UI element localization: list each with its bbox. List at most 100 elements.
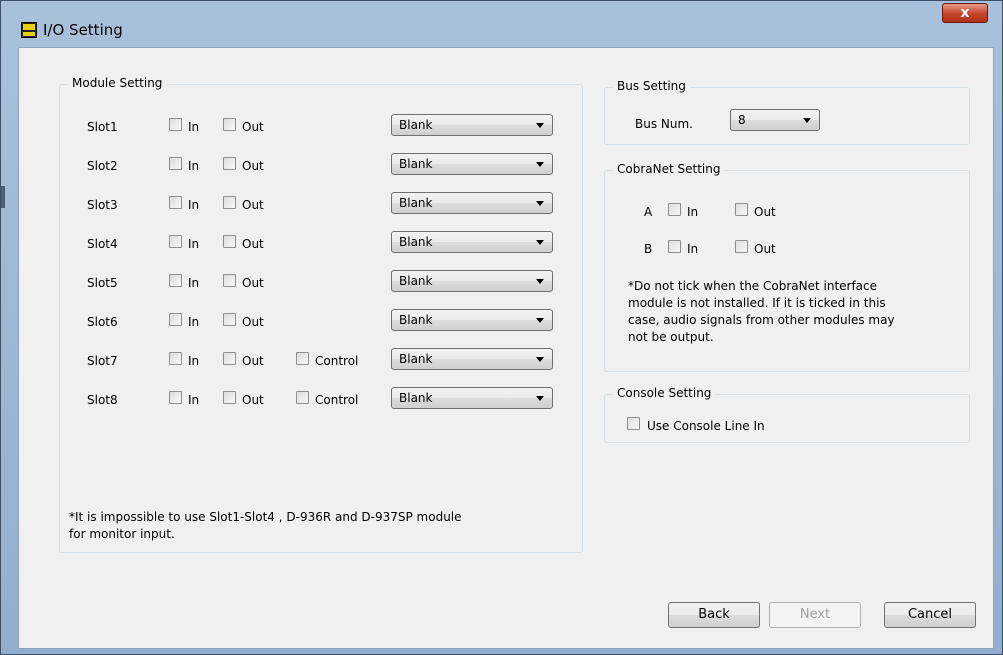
io-setting-window: I/O Setting x Module Setting Slot1 In Out B… — [0, 0, 1003, 655]
cobranet-b-in-checkbox[interactable] — [668, 240, 681, 253]
back-button[interactable]: Back — [668, 602, 760, 628]
cobranet-a-in-checkbox[interactable] — [668, 203, 681, 216]
slot-label: Slot7 — [87, 354, 118, 368]
slot-in-checkbox[interactable] — [169, 118, 182, 131]
slot-out-label: Out — [242, 237, 264, 251]
chevron-down-icon — [536, 162, 544, 167]
slot-label: Slot1 — [87, 120, 118, 134]
console-setting-legend: Console Setting — [613, 386, 716, 400]
use-console-line-in-checkbox[interactable] — [627, 417, 640, 430]
module-note-line-2: for monitor input. — [69, 527, 175, 541]
bus-num-select[interactable]: 8 — [730, 109, 820, 131]
chevron-down-icon — [536, 279, 544, 284]
chevron-down-icon — [803, 118, 811, 123]
slot-label: Slot5 — [87, 276, 118, 290]
cobranet-a-out-label: Out — [754, 205, 776, 219]
slot-module-value: Blank — [399, 157, 433, 171]
slot-out-checkbox[interactable] — [223, 235, 236, 248]
slot-in-label: In — [188, 276, 200, 290]
slot-out-label: Out — [242, 354, 264, 368]
slot-in-label: In — [188, 393, 200, 407]
close-button[interactable]: x — [942, 3, 988, 23]
slot-module-select[interactable]: Blank — [391, 309, 553, 331]
window-edge-marker — [1, 186, 5, 208]
cobranet-a-label: A — [644, 205, 653, 219]
slot-module-select[interactable]: Blank — [391, 387, 553, 409]
slot-module-value: Blank — [399, 235, 433, 249]
slot-out-checkbox[interactable] — [223, 196, 236, 209]
cobranet-a-out-checkbox[interactable] — [735, 203, 748, 216]
bus-setting-legend: Bus Setting — [613, 79, 690, 93]
chevron-down-icon — [536, 357, 544, 362]
slot-out-checkbox[interactable] — [223, 274, 236, 287]
slot-in-checkbox[interactable] — [169, 352, 182, 365]
slot-module-value: Blank — [399, 313, 433, 327]
slot-control-label: Control — [315, 393, 359, 407]
use-console-line-in-label: Use Console Line In — [647, 419, 765, 433]
slot-in-checkbox[interactable] — [169, 274, 182, 287]
app-icon — [21, 22, 37, 38]
slot-module-value: Blank — [399, 352, 433, 366]
slot-label: Slot4 — [87, 237, 118, 251]
cobranet-setting-legend: CobraNet Setting — [613, 162, 725, 176]
chevron-down-icon — [536, 318, 544, 323]
slot-out-label: Out — [242, 315, 264, 329]
next-button[interactable]: Next — [769, 602, 861, 628]
slot-out-checkbox[interactable] — [223, 313, 236, 326]
slot-module-value: Blank — [399, 196, 433, 210]
chevron-down-icon — [536, 396, 544, 401]
slot-module-select[interactable]: Blank — [391, 192, 553, 214]
slot-label: Slot6 — [87, 315, 118, 329]
slot-label: Slot3 — [87, 198, 118, 212]
dialog-client-area: Module Setting Slot1 In Out Blank Slot2 In Out… — [18, 47, 994, 649]
slot-module-select[interactable]: Blank — [391, 231, 553, 253]
slot-in-checkbox[interactable] — [169, 196, 182, 209]
cobranet-note-line-4: not be output. — [628, 330, 714, 344]
chevron-down-icon — [536, 240, 544, 245]
chevron-down-icon — [536, 201, 544, 206]
slot-control-label: Control — [315, 354, 359, 368]
slot-module-value: Blank — [399, 391, 433, 405]
slot-module-select[interactable]: Blank — [391, 348, 553, 370]
cobranet-note: *Do not tick when the CobraNet interface… — [628, 278, 895, 346]
chevron-down-icon — [536, 123, 544, 128]
slot-label: Slot2 — [87, 159, 118, 173]
slot-in-label: In — [188, 198, 200, 212]
cobranet-a-in-label: In — [687, 205, 699, 219]
slot-out-label: Out — [242, 159, 264, 173]
title-bar[interactable]: I/O Setting x — [1, 1, 1002, 45]
window-title: I/O Setting — [43, 21, 123, 39]
slot-out-checkbox[interactable] — [223, 352, 236, 365]
slot-out-checkbox[interactable] — [223, 157, 236, 170]
slot-module-select[interactable]: Blank — [391, 270, 553, 292]
slot-control-checkbox[interactable] — [296, 391, 309, 404]
slot-in-label: In — [188, 120, 200, 134]
slot-in-checkbox[interactable] — [169, 157, 182, 170]
slot-module-value: Blank — [399, 274, 433, 288]
cancel-button[interactable]: Cancel — [884, 602, 976, 628]
slot-out-label: Out — [242, 198, 264, 212]
slot-out-label: Out — [242, 393, 264, 407]
slot-in-label: In — [188, 237, 200, 251]
slot-module-select[interactable]: Blank — [391, 153, 553, 175]
slot-out-checkbox[interactable] — [223, 118, 236, 131]
cobranet-b-out-label: Out — [754, 242, 776, 256]
bus-num-value: 8 — [738, 113, 746, 127]
module-note-line-1: *It is impossible to use Slot1-Slot4 , D… — [69, 510, 462, 524]
slot-out-label: Out — [242, 276, 264, 290]
module-setting-legend: Module Setting — [68, 76, 167, 90]
slot-in-checkbox[interactable] — [169, 313, 182, 326]
slot-out-checkbox[interactable] — [223, 391, 236, 404]
slot-control-checkbox[interactable] — [296, 352, 309, 365]
slot-in-checkbox[interactable] — [169, 235, 182, 248]
slot-in-label: In — [188, 159, 200, 173]
slot-in-checkbox[interactable] — [169, 391, 182, 404]
slot-module-select[interactable]: Blank — [391, 114, 553, 136]
slot-out-label: Out — [242, 120, 264, 134]
cobranet-b-in-label: In — [687, 242, 699, 256]
slot-in-label: In — [188, 315, 200, 329]
cobranet-note-line-3: case, audio signals from other modules m… — [628, 313, 895, 327]
cobranet-note-line-1: *Do not tick when the CobraNet interface — [628, 279, 878, 293]
cobranet-b-out-checkbox[interactable] — [735, 240, 748, 253]
bus-num-label: Bus Num. — [635, 117, 693, 131]
